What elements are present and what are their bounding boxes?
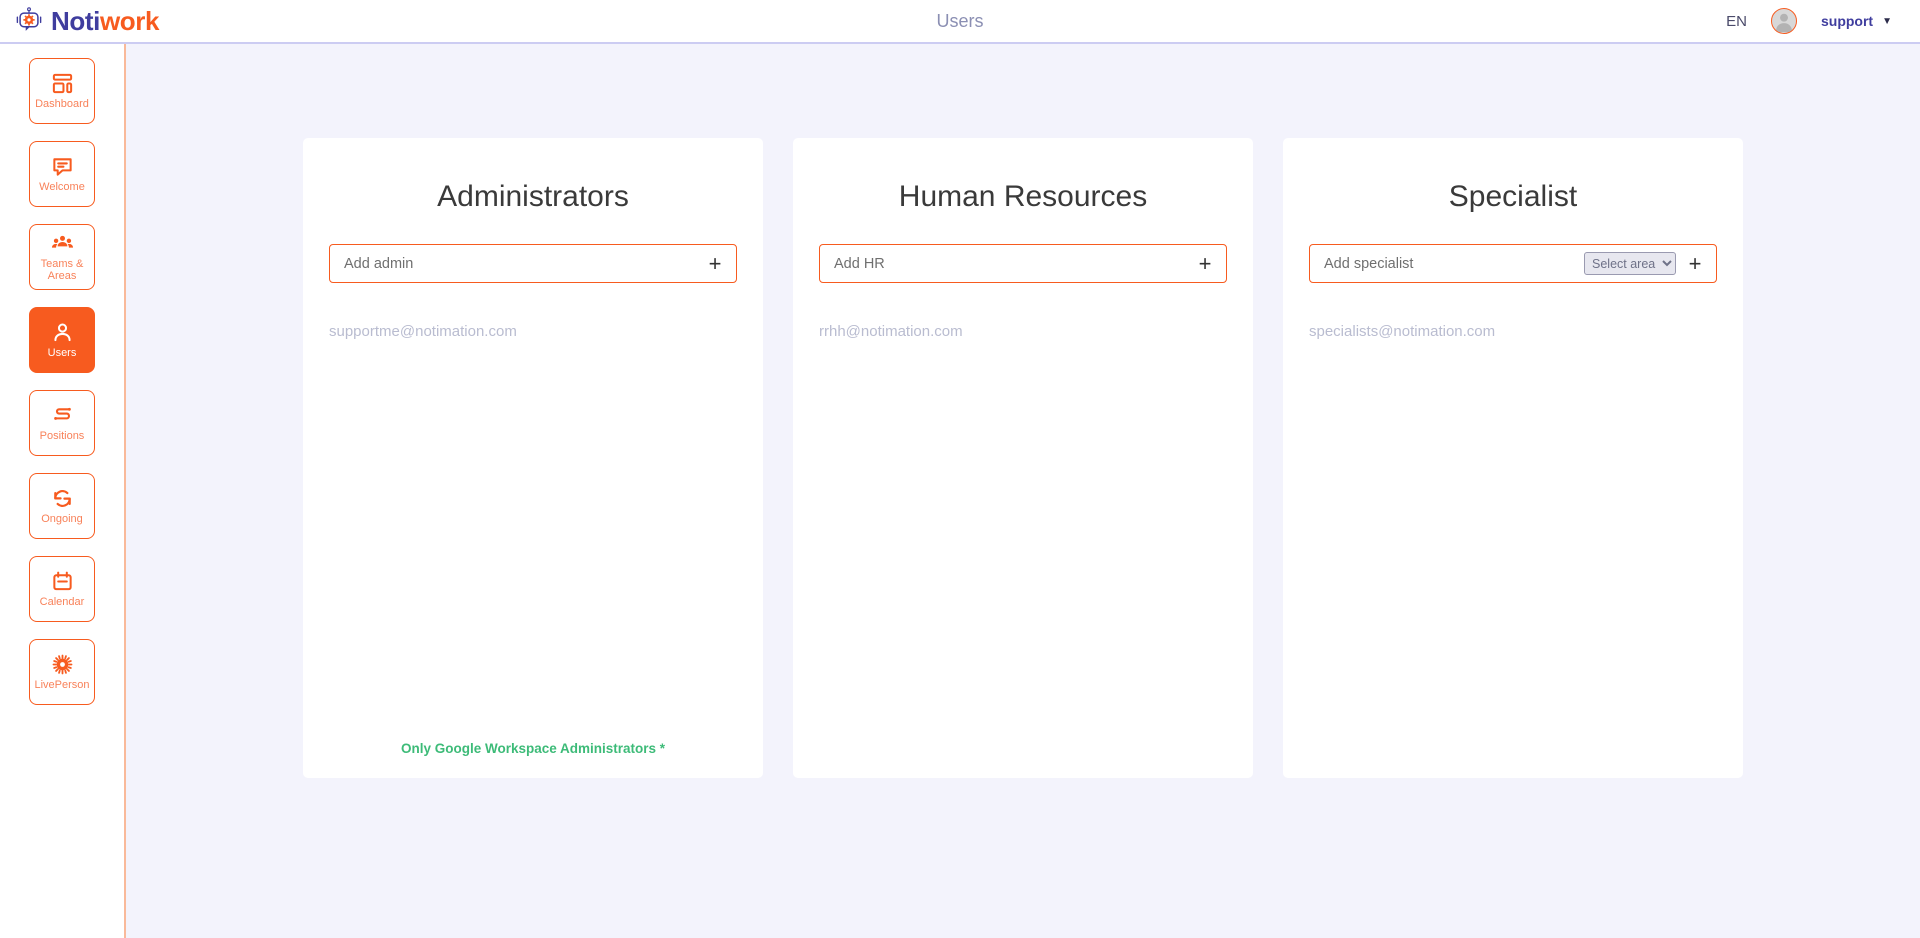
add-specialist-button[interactable]: + — [1684, 250, 1706, 276]
sidebar-item-teams-areas[interactable]: Teams & Areas — [29, 224, 95, 290]
card-title: Human Resources — [898, 180, 1148, 213]
user-name-label: support — [1820, 13, 1874, 29]
sidebar-item-label: Users — [47, 346, 77, 359]
language-selector[interactable]: EN — [1726, 13, 1747, 30]
add-admin-button[interactable]: + — [704, 250, 726, 276]
sidebar-item-users[interactable]: Users — [29, 307, 95, 373]
path-s-icon — [51, 404, 74, 428]
calendar-icon — [51, 570, 74, 594]
sidebar-item-label: Dashboard — [35, 97, 89, 110]
add-hr-button[interactable]: + — [1194, 250, 1216, 276]
brand-name-part1: Noti — [51, 6, 100, 36]
brand-logo[interactable]: Notiwork — [0, 6, 159, 36]
list-item: specialists@notimation.com — [1309, 323, 1496, 340]
chat-bubble-icon — [51, 155, 74, 179]
card-title: Specialist — [1448, 180, 1578, 213]
sidebar-item-positions[interactable]: Positions — [29, 390, 95, 456]
card-specialist: Specialist Select area + specialists@not… — [1283, 138, 1743, 778]
admin-member-list: supportme@notimation.com — [329, 323, 737, 340]
main-content: Administrators + supportme@notimation.co… — [126, 44, 1920, 938]
sidebar-item-label: Positions — [39, 429, 85, 442]
sidebar-item-liveperson[interactable]: LivePerson — [29, 639, 95, 705]
add-specialist-input[interactable] — [1324, 255, 1576, 272]
add-admin-input[interactable] — [344, 255, 696, 272]
plus-icon: + — [708, 250, 722, 276]
sidebar-item-ongoing[interactable]: Ongoing — [29, 473, 95, 539]
sidebar-item-label: Ongoing — [41, 512, 83, 525]
avatar[interactable] — [1770, 8, 1797, 34]
plus-icon: + — [1688, 250, 1702, 276]
add-hr-input[interactable] — [834, 255, 1186, 272]
card-note: Only Google Workspace Administrators * — [400, 741, 666, 756]
hr-member-list: rrhh@notimation.com — [819, 323, 1227, 340]
sidebar-item-label: Calendar — [39, 595, 85, 608]
chevron-down-icon: ▼ — [1882, 15, 1892, 27]
top-header: Notiwork Users EN support ▼ — [0, 0, 1920, 44]
card-administrators: Administrators + supportme@notimation.co… — [303, 138, 763, 778]
body-area: Dashboard Welcome Teams & Areas Users Po… — [0, 44, 1920, 938]
specialist-member-list: specialists@notimation.com — [1309, 323, 1717, 340]
card-title: Administrators — [437, 180, 629, 213]
brand-name-part2: work — [99, 6, 160, 36]
refresh-cycle-icon — [51, 487, 74, 511]
sidebar-item-welcome[interactable]: Welcome — [29, 141, 95, 207]
select-area-dropdown[interactable]: Select area — [1584, 252, 1676, 275]
add-hr-row: + — [819, 244, 1227, 283]
sidebar-item-label: Welcome — [39, 180, 85, 193]
list-item: rrhh@notimation.com — [819, 323, 963, 340]
sidebar-item-label: Teams & Areas — [40, 257, 84, 282]
sidebar-item-calendar[interactable]: Calendar — [29, 556, 95, 622]
add-admin-row: + — [329, 244, 737, 283]
app-root: Notiwork Users EN support ▼ Dashboard We… — [0, 0, 1920, 938]
user-icon — [51, 321, 74, 345]
people-group-icon — [51, 232, 74, 256]
plus-icon: + — [1198, 250, 1212, 276]
user-menu[interactable]: support ▼ — [1821, 13, 1892, 29]
brand-name: Notiwork — [51, 8, 159, 34]
sidebar-nav: Dashboard Welcome Teams & Areas Users Po… — [0, 44, 126, 938]
header-right-group: EN support ▼ — [1726, 8, 1920, 34]
sidebar-item-label: LivePerson — [34, 678, 90, 691]
robot-chat-gear-icon — [14, 6, 44, 36]
sidebar-item-dashboard[interactable]: Dashboard — [29, 58, 95, 124]
gear-sun-icon — [51, 653, 74, 677]
card-human-resources: Human Resources + rrhh@notimation.com — [793, 138, 1253, 778]
page-title: Users — [936, 10, 984, 31]
dashboard-icon — [51, 72, 74, 96]
list-item: supportme@notimation.com — [329, 323, 517, 340]
add-specialist-row: Select area + — [1309, 244, 1717, 283]
